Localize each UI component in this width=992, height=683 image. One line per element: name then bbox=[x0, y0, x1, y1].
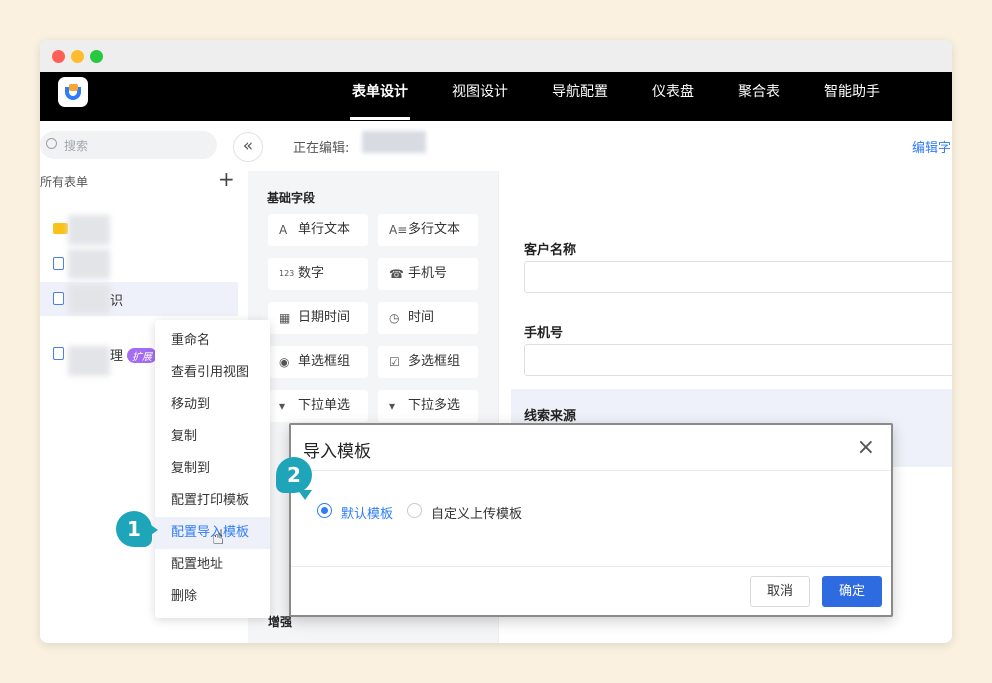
search-icon bbox=[46, 138, 57, 149]
redacted-name bbox=[68, 346, 110, 376]
menu-item-copy[interactable]: 复制 bbox=[155, 421, 270, 453]
close-icon[interactable]: × bbox=[857, 437, 875, 459]
sidebar-item-form[interactable] bbox=[40, 247, 238, 281]
redacted-name bbox=[68, 249, 110, 279]
field-single-line-text[interactable]: A 单行文本 bbox=[268, 214, 368, 246]
redacted-name bbox=[68, 215, 110, 245]
radio-label: 默认模板 bbox=[341, 507, 394, 522]
menu-item-view-references[interactable]: 查看引用视图 bbox=[155, 357, 270, 389]
menu-item-print-template[interactable]: 配置打印模板 bbox=[155, 485, 270, 517]
sidebar-item-label: 识 bbox=[110, 294, 124, 309]
field-multi-line-text[interactable]: A≡ 多行文本 bbox=[378, 214, 478, 246]
dropdown-icon: ▾ bbox=[279, 399, 286, 413]
close-window-button[interactable] bbox=[52, 50, 65, 63]
all-forms-label: 所有表单 bbox=[40, 175, 89, 189]
field-time[interactable]: ◷ 时间 bbox=[378, 302, 478, 334]
form-doc-icon bbox=[53, 292, 64, 305]
editing-bar: « 正在编辑: 编辑字 bbox=[233, 121, 952, 173]
field-label-phone: 手机号 bbox=[524, 326, 564, 341]
add-form-icon[interactable]: + bbox=[218, 167, 235, 191]
field-phone[interactable]: ☎ 手机号 bbox=[378, 258, 478, 290]
field-radio-group[interactable]: ◉ 单选框组 bbox=[268, 346, 368, 378]
minimize-window-button[interactable] bbox=[71, 50, 84, 63]
field-dropdown-multi[interactable]: ▾ 下拉多选 bbox=[378, 390, 478, 422]
extension-badge: 扩展 bbox=[127, 348, 158, 363]
redacted-name bbox=[68, 284, 110, 314]
multiline-text-icon: A≡ bbox=[389, 223, 408, 237]
tab-navigation-config[interactable]: 导航配置 bbox=[530, 72, 630, 121]
field-datetime[interactable]: ▦ 日期时间 bbox=[268, 302, 368, 334]
phone-icon: ☎ bbox=[389, 267, 404, 281]
confirm-button[interactable]: 确定 bbox=[822, 576, 882, 607]
context-menu: 重命名 查看引用视图 移动到 复制 复制到 配置打印模板 配置导入模板 配置地址… bbox=[155, 320, 270, 618]
menu-item-delete[interactable]: 删除 bbox=[155, 581, 270, 613]
radio-custom-upload-template[interactable]: 自定义上传模板 bbox=[407, 503, 537, 522]
redacted-form-name bbox=[362, 131, 426, 153]
radio-unselected-icon bbox=[407, 503, 422, 518]
text-icon: A bbox=[279, 223, 288, 237]
dialog-title: 导入模板 bbox=[303, 442, 371, 462]
number-icon: 123 bbox=[279, 269, 295, 278]
menu-item-copy-to[interactable]: 复制到 bbox=[155, 453, 270, 485]
step-marker-2: 2 bbox=[276, 457, 312, 500]
field-dropdown-single[interactable]: ▾ 下拉单选 bbox=[268, 390, 368, 422]
tab-edit-fields[interactable]: 编辑字 bbox=[912, 137, 952, 173]
field-checkbox-group[interactable]: ☑ 多选框组 bbox=[378, 346, 478, 378]
tab-smart-assistant[interactable]: 智能助手 bbox=[802, 72, 902, 121]
import-template-dialog: 导入模板 × 默认模板 自定义上传模板 取消 确定 bbox=[289, 423, 893, 617]
basic-fields-title: 基础字段 bbox=[267, 191, 316, 205]
maximize-window-button[interactable] bbox=[90, 50, 103, 63]
collapse-sidebar-icon[interactable]: « bbox=[233, 132, 263, 162]
calendar-icon: ▦ bbox=[279, 311, 291, 325]
divider bbox=[291, 470, 891, 471]
tab-aggregate-table[interactable]: 聚合表 bbox=[716, 72, 802, 121]
dropdown-multi-icon: ▾ bbox=[389, 399, 396, 413]
clock-icon: ◷ bbox=[389, 311, 400, 325]
sidebar-item-form-selected[interactable]: 识 bbox=[40, 282, 238, 316]
sidebar-item-folder[interactable] bbox=[40, 213, 238, 247]
checkbox-icon: ☑ bbox=[389, 355, 400, 369]
radio-icon: ◉ bbox=[279, 355, 290, 369]
hand-cursor-icon: ☝ bbox=[212, 525, 225, 549]
top-navigation: 表单设计 视图设计 导航配置 仪表盘 聚合表 智能助手 bbox=[40, 72, 952, 121]
title-bar bbox=[40, 40, 952, 72]
cancel-button[interactable]: 取消 bbox=[750, 576, 810, 607]
form-doc-icon bbox=[53, 347, 64, 360]
form-doc-icon bbox=[53, 257, 64, 270]
tab-view-design[interactable]: 视图设计 bbox=[430, 72, 530, 121]
sidebar-item-label: 理扩展 bbox=[110, 345, 158, 364]
divider bbox=[291, 566, 891, 567]
field-label-customer-name: 客户名称 bbox=[524, 243, 577, 258]
editing-label: 正在编辑: bbox=[293, 141, 350, 156]
radio-default-template[interactable]: 默认模板 bbox=[317, 503, 407, 522]
folder-icon bbox=[53, 223, 68, 234]
menu-item-address[interactable]: 配置地址 bbox=[155, 549, 270, 581]
radio-label: 自定义上传模板 bbox=[431, 507, 523, 522]
search-input[interactable]: 搜索 bbox=[40, 131, 217, 159]
search-placeholder: 搜索 bbox=[64, 139, 89, 153]
field-number[interactable]: 123 数字 bbox=[268, 258, 368, 290]
phone-input[interactable] bbox=[524, 344, 952, 376]
tab-form-design[interactable]: 表单设计 bbox=[330, 72, 430, 121]
step-marker-1: 1 bbox=[116, 511, 158, 547]
menu-item-move-to[interactable]: 移动到 bbox=[155, 389, 270, 421]
customer-name-input[interactable] bbox=[524, 261, 952, 293]
field-label-lead-source: 线索来源 bbox=[524, 409, 577, 424]
menu-item-rename[interactable]: 重命名 bbox=[155, 325, 270, 357]
app-logo-icon[interactable] bbox=[58, 77, 88, 107]
radio-selected-icon bbox=[317, 503, 332, 518]
tab-dashboard[interactable]: 仪表盘 bbox=[630, 72, 716, 121]
